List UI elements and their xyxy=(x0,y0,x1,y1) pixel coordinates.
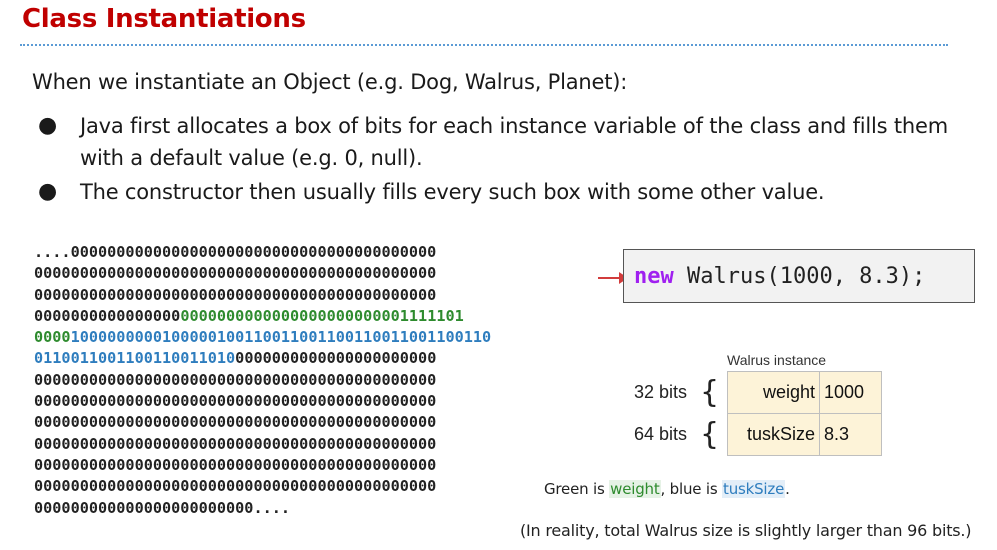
instance-row-weight: weight 1000 xyxy=(727,371,882,414)
tusksize-bits: 1000000000100000100110011001100110011001… xyxy=(70,328,492,347)
bullet-item: ● The constructor then usually fills eve… xyxy=(32,176,952,208)
default-bits: 0000000000000000000000000000000000000000… xyxy=(34,285,437,304)
memory-bits-row: 0000100000000010000010011001100110011001… xyxy=(34,327,491,348)
intro-text: When we instantiate an Object (e.g. Dog,… xyxy=(32,70,628,94)
memory-bits-row: 0000000000000000000000000000000000000000… xyxy=(34,476,491,497)
memory-bits-block: ....000000000000000000000000000000000000… xyxy=(34,242,491,519)
memory-bits-row: 0000000000000000000000000000000000000000… xyxy=(34,306,491,327)
default-bits: 000000000000000000000000.... xyxy=(34,498,291,517)
memory-bits-row: 0000000000000000000000000000000000000000… xyxy=(34,370,491,391)
memory-bits-row: 0000000000000000000000000000000000000000… xyxy=(34,391,491,412)
bullet-text: Java first allocates a box of bits for e… xyxy=(80,114,949,170)
bits-label-weight: 32 bits xyxy=(634,382,688,402)
legend-text: Green is xyxy=(544,480,610,498)
footnote: (In reality, total Walrus size is slight… xyxy=(520,521,972,540)
field-name: weight xyxy=(727,371,820,414)
field-value: 1000 xyxy=(819,371,882,414)
legend-text: . xyxy=(785,480,790,498)
memory-bits-row: 000000000000000000000000.... xyxy=(34,498,491,519)
bits-label-tusksize: 64 bits xyxy=(634,424,688,444)
bullet-text: The constructor then usually fills every… xyxy=(80,180,825,204)
default-bits: 0000000000000000000000000000000000000000… xyxy=(34,392,437,411)
legend-blue-word: tuskSize xyxy=(722,480,786,498)
legend-text: , blue is xyxy=(660,480,723,498)
code-box: new Walrus(1000, 8.3); xyxy=(623,249,975,303)
left-brace-icon: { xyxy=(700,417,720,452)
memory-bits-row: 0000000000000000000000000000000000000000… xyxy=(34,434,491,455)
left-brace-icon: { xyxy=(700,375,720,410)
default-bits: 0000000000000000000000000000000000000000… xyxy=(34,413,437,432)
memory-bits-row: 0000000000000000000000000000000000000000… xyxy=(34,263,491,284)
bullet-list: ● Java first allocates a box of bits for… xyxy=(32,110,952,210)
instance-row-tusksize: tuskSize 8.3 xyxy=(727,413,882,456)
legend-green-word: weight xyxy=(609,480,661,498)
color-legend-note: Green is weight, blue is tuskSize. xyxy=(544,480,790,498)
weight-bits: 0000000000000000000000001111101 xyxy=(180,306,464,325)
code-keyword: new xyxy=(634,264,674,289)
code-expression: Walrus(1000, 8.3); xyxy=(673,264,926,289)
memory-bits-row: 0000000000000000000000000000000000000000… xyxy=(34,455,491,476)
default-bits: 0000000000000000000000 xyxy=(235,349,437,368)
tusksize-bits: 0110011001100110011010 xyxy=(34,349,236,368)
bullet-item: ● Java first allocates a box of bits for… xyxy=(32,110,952,174)
slide-title: Class Instantiations xyxy=(22,4,306,34)
default-bits: 0000000000000000000000000000000000000000… xyxy=(34,434,437,453)
memory-bits-row: 0110011001100110011010000000000000000000… xyxy=(34,348,491,369)
memory-bits-row: 0000000000000000000000000000000000000000… xyxy=(34,285,491,306)
field-value: 8.3 xyxy=(819,413,882,456)
instance-label: Walrus instance xyxy=(727,352,827,368)
default-bits: 0000000000000000000000000000000000000000… xyxy=(34,455,437,474)
default-bits: 0000000000000000000000000000000000000000… xyxy=(34,264,437,283)
weight-bits: 0000 xyxy=(34,328,71,347)
default-bits: 0000000000000000 xyxy=(34,306,181,325)
bullet-dot-icon: ● xyxy=(38,113,57,138)
memory-bits-row: ....000000000000000000000000000000000000… xyxy=(34,242,491,263)
memory-bits-row: 0000000000000000000000000000000000000000… xyxy=(34,412,491,433)
field-name: tuskSize xyxy=(727,413,820,456)
bullet-dot-icon: ● xyxy=(38,179,57,204)
title-divider xyxy=(20,44,948,46)
default-bits: 0000000000000000000000000000000000000000… xyxy=(34,477,437,496)
default-bits: ....000000000000000000000000000000000000… xyxy=(34,243,437,261)
default-bits: 0000000000000000000000000000000000000000… xyxy=(34,370,437,389)
instance-table: weight 1000 tuskSize 8.3 xyxy=(727,371,882,456)
